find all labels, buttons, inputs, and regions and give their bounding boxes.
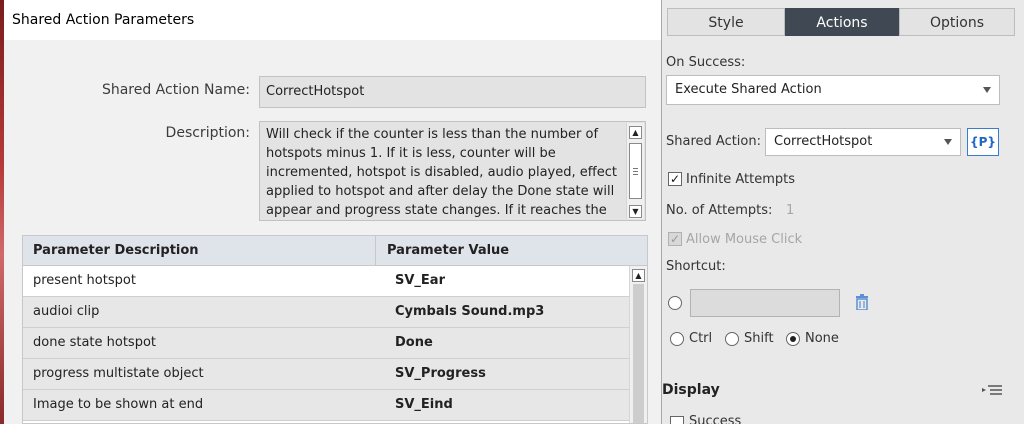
shared-action-dropdown[interactable]: CorrectHotspot <box>765 128 961 156</box>
description-label: Description: <box>165 125 250 141</box>
header-separator <box>375 236 376 266</box>
parameter-value-cell[interactable]: Cymbals Sound.mp3 <box>395 297 544 327</box>
none-label: None <box>805 331 839 346</box>
grip-line-icon <box>633 171 638 172</box>
dialog-title: Shared Action Parameters <box>4 0 661 40</box>
shift-radio[interactable] <box>725 332 739 346</box>
table-row[interactable]: audioi clip Cymbals Sound.mp3 <box>23 297 629 328</box>
attempts-label: No. of Attempts: <box>666 203 773 218</box>
ctrl-label: Ctrl <box>689 331 713 346</box>
scroll-track[interactable] <box>633 284 644 423</box>
parameter-description-cell: progress multistate object <box>33 366 204 381</box>
header-parameter-value[interactable]: Parameter Value <box>387 236 509 266</box>
shortcut-radio[interactable] <box>668 296 682 310</box>
scroll-up-icon[interactable]: ▲ <box>632 269 645 282</box>
tab-actions[interactable]: Actions <box>785 8 899 36</box>
attempts-field[interactable]: 1 <box>786 203 794 218</box>
ctrl-radio[interactable] <box>670 332 684 346</box>
scroll-down-icon[interactable]: ▼ <box>629 205 642 218</box>
on-success-dropdown[interactable]: Execute Shared Action <box>666 75 1000 105</box>
shortcut-input[interactable] <box>690 289 840 317</box>
chevron-down-icon <box>944 139 952 145</box>
shift-label: Shift <box>744 331 774 346</box>
menu-icon[interactable] <box>982 384 1002 398</box>
panel-tabs: Style Actions Options <box>667 8 1015 36</box>
allow-mouse-click-checkbox[interactable]: ✓ <box>668 232 682 246</box>
shared-action-value: CorrectHotspot <box>774 134 873 149</box>
table-row[interactable]: progress multistate object SV_Progress <box>23 359 629 390</box>
parameter-value-cell[interactable]: SV_Ear <box>395 266 445 296</box>
parameters-table: Parameter Description Parameter Value pr… <box>22 235 648 424</box>
tab-options[interactable]: Options <box>899 8 1015 36</box>
table-row[interactable]: Image to be shown at end SV_Eind <box>23 390 629 421</box>
parameter-description-cell: present hotspot <box>33 273 136 288</box>
on-success-value: Execute Shared Action <box>675 82 822 97</box>
table-row[interactable]: present hotspot SV_Ear <box>23 266 629 297</box>
none-radio[interactable] <box>786 332 800 346</box>
allow-mouse-click-label: Allow Mouse Click <box>686 232 803 247</box>
on-success-label: On Success: <box>666 55 746 70</box>
tab-style[interactable]: Style <box>667 8 785 36</box>
table-scrollbar[interactable]: ▲ <box>629 266 647 423</box>
header-parameter-description[interactable]: Parameter Description <box>33 236 199 266</box>
parameter-description-cell: done state hotspot <box>33 335 157 350</box>
description-textarea[interactable]: Will check if the counter is less than t… <box>259 121 646 221</box>
table-header: Parameter Description Parameter Value <box>23 236 647 266</box>
chevron-down-icon <box>983 87 991 93</box>
parameter-value-cell[interactable]: SV_Progress <box>395 359 486 389</box>
description-text: Will check if the counter is less than t… <box>266 127 617 218</box>
parameter-value-cell[interactable]: SV_Eind <box>395 390 453 420</box>
grip-line-icon <box>633 168 638 169</box>
shared-action-name-field[interactable]: CorrectHotspot <box>259 76 646 108</box>
description-scrollbar[interactable]: ▲ ▼ <box>626 123 644 219</box>
shortcut-label: Shortcut: <box>666 259 726 274</box>
success-label: Success <box>689 414 742 424</box>
table-row[interactable]: done state hotspot Done <box>23 328 629 359</box>
scroll-thumb[interactable] <box>629 143 642 199</box>
trash-icon[interactable] <box>855 294 869 310</box>
properties-panel: Style Actions Options On Success: Execut… <box>662 0 1024 424</box>
parameter-description-cell: Image to be shown at end <box>33 397 204 412</box>
scroll-up-icon[interactable]: ▲ <box>629 126 642 139</box>
infinite-attempts-checkbox[interactable]: ✓ <box>668 172 682 186</box>
shared-action-name-label: Shared Action Name: <box>101 82 250 98</box>
parameters-button[interactable]: {P} <box>967 128 999 156</box>
display-section-title: Display <box>662 382 720 398</box>
grip-line-icon <box>633 174 638 175</box>
parameter-value-cell[interactable]: Done <box>395 328 433 358</box>
shared-action-label: Shared Action: <box>666 134 761 149</box>
parameter-description-cell: audioi clip <box>33 304 100 319</box>
shared-action-parameters-dialog: Shared Action Parameters Shared Action N… <box>4 0 662 424</box>
success-checkbox[interactable] <box>670 416 684 424</box>
infinite-attempts-label: Infinite Attempts <box>686 172 795 187</box>
